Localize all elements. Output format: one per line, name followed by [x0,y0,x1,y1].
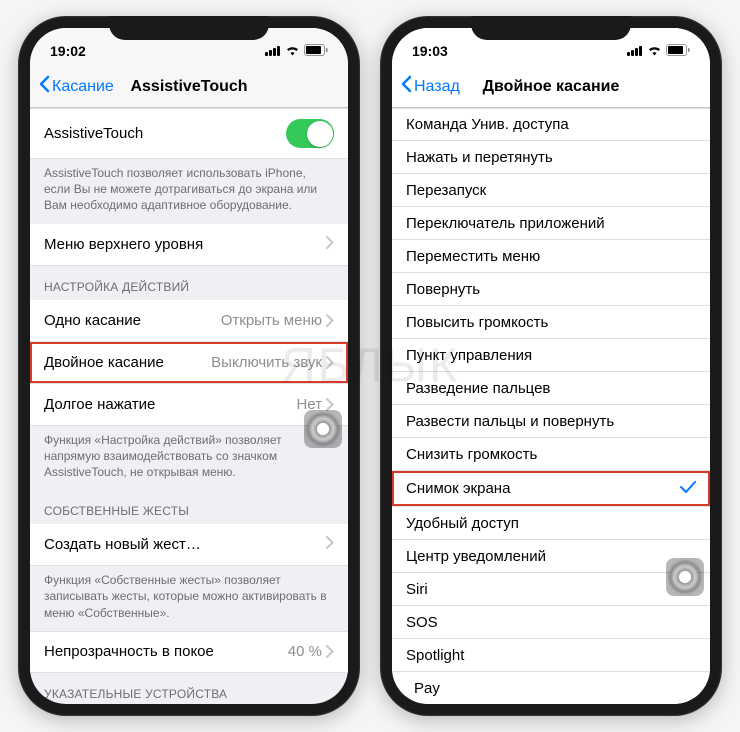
status-time: 19:03 [412,43,448,59]
row-value: Открыть меню [221,312,334,329]
row-label: Команда Унив. доступа [406,116,569,133]
gestures-description: Функция «Собственные жесты» позволяет за… [30,566,348,631]
row-value: Выключить звук [211,354,334,371]
chevron-left-icon [400,75,412,98]
nav-title: AssistiveTouch [130,78,247,96]
option-row[interactable]: Перезапуск [392,174,710,207]
row-label: Долгое нажатие [44,396,155,413]
content-right[interactable]: Команда Унив. доступа Нажать и перетянуть… [392,108,710,704]
row-label: Меню верхнего уровня [44,236,203,253]
opacity-row[interactable]: Непрозрачность в покое 40 % [30,631,348,673]
section-devices-header: УКАЗАТЕЛЬНЫЕ УСТРОЙСТВА [30,673,348,704]
row-label: Развести пальцы и повернуть [406,413,614,430]
option-row[interactable]: Spotlight [392,639,710,672]
battery-icon [304,43,328,59]
status-time: 19:02 [50,43,86,59]
option-row[interactable]: Удобный доступ [392,507,710,540]
row-label: Разведение пальцев [406,380,550,397]
assistivetouch-floating-button[interactable] [666,558,704,596]
row-value: 40 % [288,643,334,660]
content-left[interactable]: AssistiveTouch AssistiveTouch позволяет … [30,108,348,704]
row-label: Создать новый жест… [44,536,201,553]
option-row[interactable]: Развести пальцы и повернуть [392,405,710,438]
double-tap-row[interactable]: Двойное касание Выключить звук [30,342,348,384]
toggle-on[interactable] [286,119,334,148]
wifi-icon [285,43,300,59]
section-actions-header: НАСТРОЙКА ДЕЙСТВИЙ [30,266,348,300]
row-label: Переключатель приложений [406,215,605,232]
row-label: Нажать и перетянуть [406,149,553,166]
option-row[interactable]: Пункт управления [392,339,710,372]
section-gestures-header: СОБСТВЕННЫЕ ЖЕСТЫ [30,490,348,524]
single-tap-row[interactable]: Одно касание Открыть меню [30,300,348,342]
option-row[interactable]: Переключатель приложений [392,207,710,240]
notch [109,16,269,40]
back-label: Назад [414,78,460,96]
option-row[interactable]: Переместить меню [392,240,710,273]
status-right [265,43,328,59]
row-label: SOS [406,614,438,631]
signal-icon [627,43,643,59]
back-button[interactable]: Касание [38,75,114,98]
screen-left: 19:02 Касание AssistiveTouch AssistiveTo… [30,28,348,704]
chevron-right-icon [326,536,334,553]
row-label: Pay [406,680,440,697]
nav-bar: Касание AssistiveTouch [30,66,348,108]
battery-icon [666,43,690,59]
assistivetouch-description: AssistiveTouch позволяет использовать iP… [30,159,348,224]
phone-right: 19:03 Назад Двойное касание Команда Унив… [380,16,722,716]
back-label: Касание [52,78,114,96]
signal-icon [265,43,281,59]
assistivetouch-floating-button[interactable] [304,410,342,448]
row-label: Удобный доступ [406,515,519,532]
option-row[interactable]: Pay [392,672,710,704]
top-level-menu-row[interactable]: Меню верхнего уровня [30,224,348,266]
row-label: Одно касание [44,312,141,329]
chevron-right-icon [326,236,334,253]
screen-right: 19:03 Назад Двойное касание Команда Унив… [392,28,710,704]
row-label: Повернуть [406,281,480,298]
option-row[interactable]: Siri [392,573,710,606]
actions-description: Функция «Настройка действий» позволяет н… [30,426,348,491]
nav-bar: Назад Двойное касание [392,66,710,108]
row-label: Перезапуск [406,182,486,199]
option-row[interactable]: Повернуть [392,273,710,306]
row-label: Непрозрачность в покое [44,643,214,660]
row-label: Spotlight [406,647,464,664]
phone-left: 19:02 Касание AssistiveTouch AssistiveTo… [18,16,360,716]
long-press-row[interactable]: Долгое нажатие Нет [30,384,348,426]
row-label: Siri [406,581,428,598]
option-row[interactable]: Снизить громкость [392,438,710,471]
row-label: Двойное касание [44,354,164,371]
option-row[interactable]: Разведение пальцев [392,372,710,405]
row-label: Снизить громкость [406,446,537,463]
back-button[interactable]: Назад [400,75,460,98]
row-label: Центр уведомлений [406,548,546,565]
option-row[interactable]: Центр уведомлений [392,540,710,573]
option-row[interactable]: Команда Унив. доступа [392,108,710,141]
row-label: Переместить меню [406,248,540,265]
row-label: Снимок экрана [406,480,510,497]
row-label: Повысить громкость [406,314,548,331]
option-row[interactable]: Нажать и перетянуть [392,141,710,174]
checkmark-icon [680,478,696,499]
option-row[interactable]: Повысить громкость [392,306,710,339]
status-right [627,43,690,59]
chevron-left-icon [38,75,50,98]
option-row[interactable]: Снимок экрана [392,471,710,507]
nav-title: Двойное касание [483,78,620,96]
option-row[interactable]: SOS [392,606,710,639]
notch [471,16,631,40]
create-gesture-row[interactable]: Создать новый жест… [30,524,348,566]
assistivetouch-toggle-row[interactable]: AssistiveTouch [30,108,348,159]
wifi-icon [647,43,662,59]
row-label: Пункт управления [406,347,532,364]
row-label: AssistiveTouch [44,125,143,142]
